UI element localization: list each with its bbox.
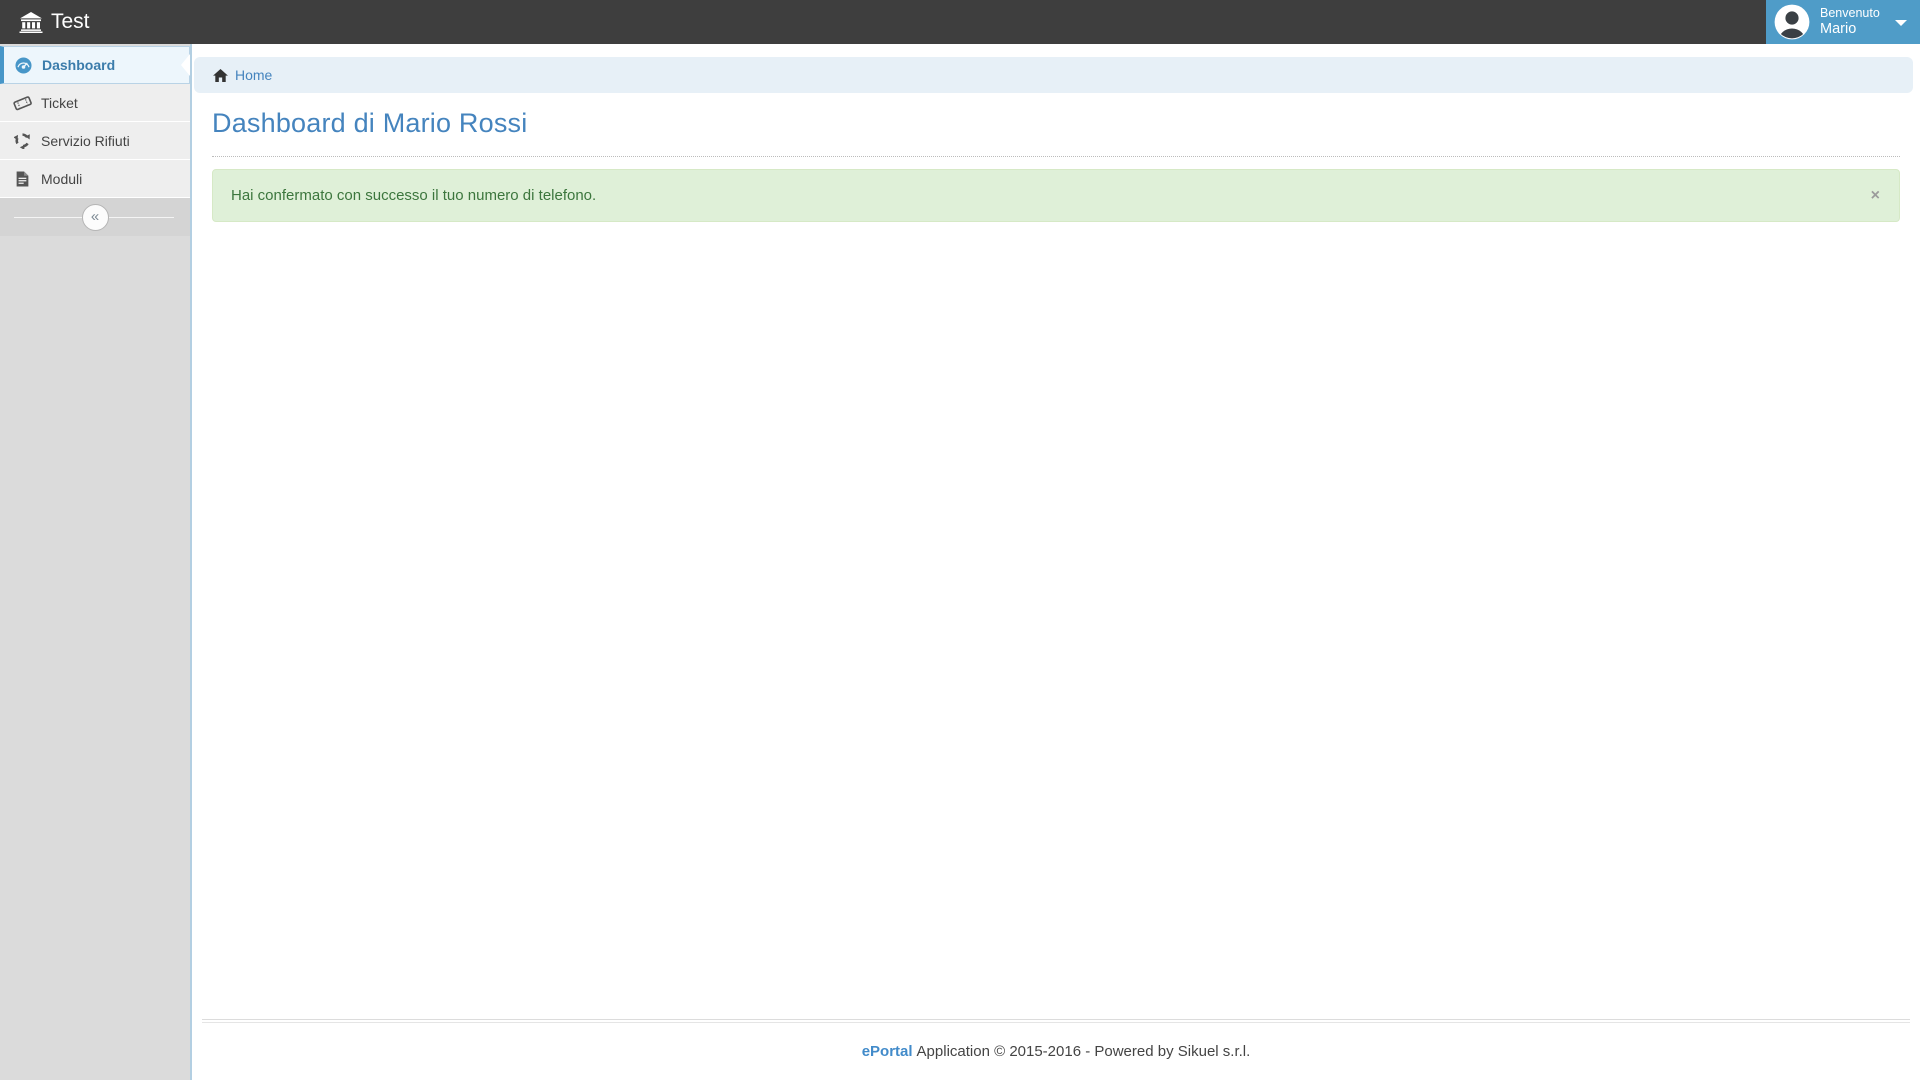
footer-brand-link[interactable]: ePortal [862,1043,913,1060]
avatar [1774,4,1810,40]
footer-text: ePortalApplication © 2015-2016 - Powered… [192,1043,1920,1060]
page-title: Dashboard di Mario Rossi [212,108,1900,139]
alert-close-button[interactable]: × [1871,188,1880,204]
sidebar-item-label: Dashboard [42,57,115,73]
user-welcome-label: Benvenuto [1820,6,1880,21]
sidebar-collapse-row: « [0,198,190,236]
bank-icon [19,12,43,33]
sidebar: Dashboard Ticket [0,44,192,1080]
sidebar-item-dashboard[interactable]: Dashboard [0,46,190,84]
user-menu-toggle[interactable]: Benvenuto Mario [1766,0,1920,44]
app-brand[interactable]: Test [19,0,90,44]
sidebar-collapse-button[interactable]: « [82,204,109,231]
document-icon [11,171,33,187]
footer-divider [202,1019,1910,1023]
sidebar-item-ticket[interactable]: Ticket [0,84,190,122]
chevron-down-icon [1895,20,1907,26]
dashboard-gauge-icon [12,57,34,74]
user-name-label: Mario [1820,21,1880,38]
page-body: Dashboard di Mario Rossi Hai confermato … [192,108,1920,222]
top-navbar: Test Benvenuto Mario [0,0,1920,44]
recycle-icon [11,132,33,149]
footer-copyright: Application © 2015-2016 - Powered by Sik… [917,1043,1251,1060]
app-brand-label: Test [51,10,90,34]
sidebar-menu: Dashboard Ticket [0,46,190,198]
breadcrumb-home-link[interactable]: Home [235,67,272,83]
breadcrumb: Home [194,57,1913,93]
sidebar-item-servizio-rifiuti[interactable]: Servizio Rifiuti [0,122,190,160]
content-area: Home Dashboard di Mario Rossi Hai confer… [192,44,1920,1080]
sidebar-item-label: Servizio Rifiuti [41,133,130,149]
success-alert-message: Hai confermato con successo il tuo numer… [231,187,596,204]
sidebar-item-label: Moduli [41,171,82,187]
ticket-icon [11,95,33,111]
home-icon [213,69,228,82]
title-divider [212,156,1900,157]
sidebar-item-label: Ticket [41,95,78,111]
sidebar-item-moduli[interactable]: Moduli [0,160,190,198]
footer: ePortalApplication © 2015-2016 - Powered… [192,1019,1920,1080]
user-greeting: Benvenuto Mario [1820,6,1880,38]
success-alert: Hai confermato con successo il tuo numer… [212,169,1900,222]
